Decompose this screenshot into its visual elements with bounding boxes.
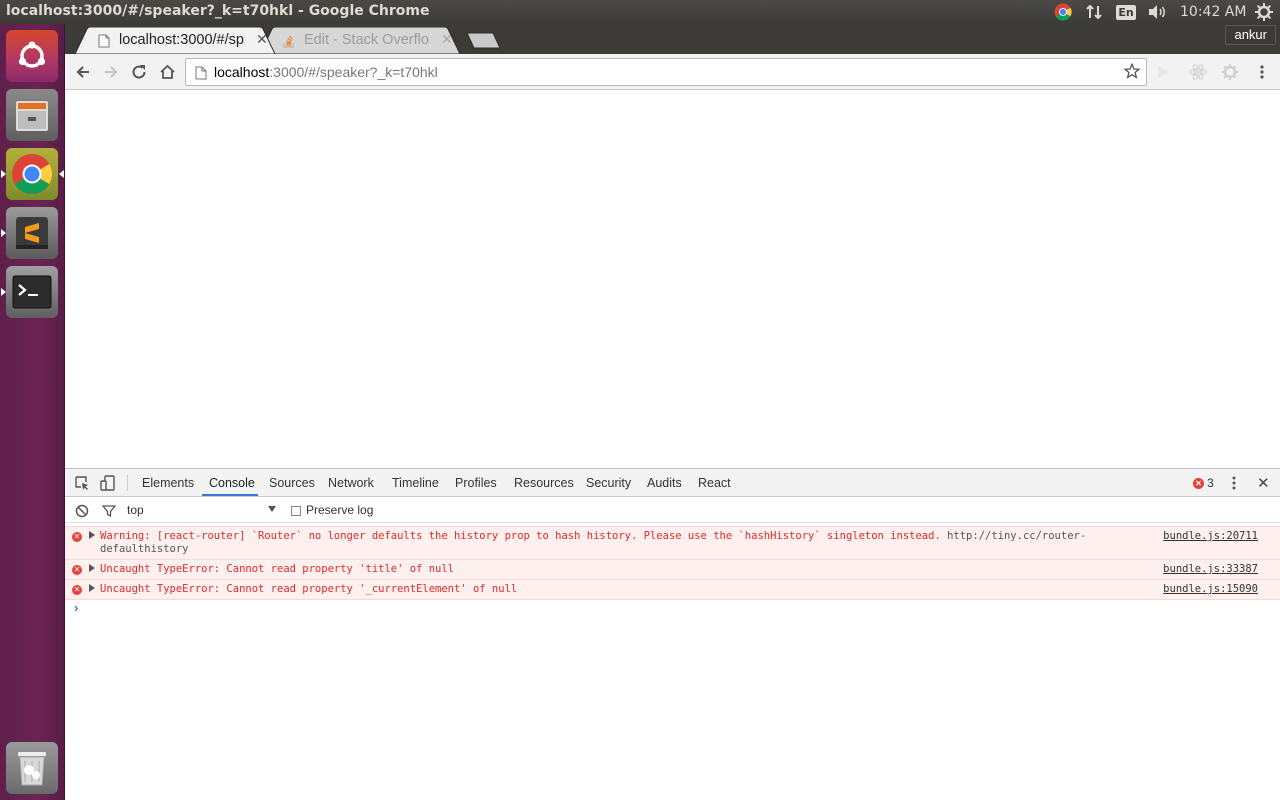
console-message[interactable]: ✕ Warning: [react-router] `Router` no lo… [65, 526, 1280, 560]
expand-triangle-icon[interactable] [89, 531, 95, 539]
focused-indicator [59, 170, 64, 178]
stack-overflow-favicon-icon [283, 35, 294, 48]
gear-icon[interactable] [1253, 2, 1275, 22]
volume-icon[interactable] [1146, 2, 1170, 22]
browser-toolbar: localhost:3000/#/speaker?_k=t70hkl [65, 54, 1280, 90]
console-messages: ✕ Warning: [react-router] `Router` no lo… [65, 526, 1280, 600]
more-vertical-icon[interactable] [1231, 475, 1237, 491]
tab-title: localhost:3000/#/sp [119, 32, 244, 48]
unity-launcher [0, 24, 65, 800]
url-text: localhost:3000/#/speaker?_k=t70hkl [214, 64, 438, 80]
error-icon: ✕ [1193, 477, 1204, 489]
preserve-log-checkbox[interactable] [291, 506, 301, 516]
error-count: 3 [1207, 476, 1214, 490]
error-icon: ✕ [72, 565, 82, 575]
device-mode-icon[interactable] [100, 475, 116, 491]
page-icon [195, 66, 207, 80]
reload-button[interactable] [128, 61, 150, 83]
tab-stack-overflow[interactable]: Edit - Stack Overflo ✕ [260, 27, 460, 54]
error-icon: ✕ [72, 532, 82, 542]
tab-elements[interactable]: Elements [142, 476, 194, 490]
source-link[interactable]: bundle.js:15090 [1163, 583, 1258, 596]
more-vertical-icon [1260, 65, 1264, 79]
message-text: Warning: [react-router] `Router` no long… [100, 530, 941, 542]
tab-resources[interactable]: Resources [514, 476, 574, 490]
chrome-menu-button[interactable] [1253, 63, 1271, 81]
tab-sources[interactable]: Sources [269, 476, 315, 490]
close-icon[interactable]: ✕ [256, 31, 268, 48]
star-icon [1123, 62, 1141, 79]
keyboard-language-indicator[interactable]: En [1116, 2, 1136, 22]
message-text: Uncaught TypeError: Cannot read property… [100, 583, 518, 595]
toolbar-divider [127, 475, 128, 491]
active-tab-indicator [202, 494, 258, 496]
chrome-tray-icon[interactable] [1052, 2, 1074, 22]
tab-react[interactable]: React [698, 476, 731, 490]
page-content[interactable] [65, 90, 1280, 468]
reload-icon [132, 65, 146, 79]
tab-console[interactable]: Console [209, 476, 255, 490]
tab-title: Edit - Stack Overflo [304, 32, 429, 48]
running-indicator [1, 229, 6, 237]
back-button[interactable] [72, 61, 94, 83]
tab-localhost[interactable]: localhost:3000/#/sp ✕ [75, 27, 275, 54]
error-icon: ✕ [72, 585, 82, 595]
tab-network[interactable]: Network [328, 476, 374, 490]
expand-triangle-icon[interactable] [89, 564, 95, 572]
source-link[interactable]: bundle.js:20711 [1163, 530, 1258, 543]
inspect-element-icon[interactable] [74, 475, 90, 491]
network-icon[interactable] [1083, 2, 1105, 22]
profile-button[interactable]: ankur [1225, 25, 1276, 45]
close-icon[interactable]: ✕ [441, 31, 453, 48]
running-indicator [1, 288, 6, 296]
console-message[interactable]: ✕ Uncaught TypeError: Cannot read proper… [65, 560, 1280, 580]
ubuntu-dash-icon[interactable] [6, 30, 58, 82]
error-counter[interactable]: ✕ 3 [1193, 476, 1214, 490]
tab-profiles[interactable]: Profiles [455, 476, 497, 490]
language-label: En [1116, 4, 1136, 20]
forward-button[interactable] [100, 61, 122, 83]
preserve-log-label[interactable]: Preserve log [306, 503, 373, 517]
message-text: Uncaught TypeError: Cannot read property… [100, 563, 455, 575]
gear-icon[interactable] [1221, 63, 1239, 81]
close-icon[interactable]: ✕ [1257, 474, 1270, 492]
bookmark-star-button[interactable] [1123, 62, 1141, 82]
home-icon [159, 64, 175, 79]
url-path: :3000/#/speaker?_k=t70hkl [269, 64, 438, 80]
arrow-right-icon [105, 66, 118, 78]
console-message[interactable]: ✕ Uncaught TypeError: Cannot read proper… [65, 580, 1280, 600]
tab-audits[interactable]: Audits [647, 476, 682, 490]
clear-console-icon[interactable] [75, 504, 89, 518]
arrow-left-icon [76, 66, 89, 78]
source-link[interactable]: bundle.js:33387 [1163, 563, 1258, 576]
window-title: localhost:3000/#/speaker?_k=t70hkl - Goo… [6, 3, 430, 19]
terminal-icon[interactable] [1, 266, 58, 318]
trash-icon[interactable] [6, 742, 58, 794]
devtools-tab-bar: Elements Console Sources Network Timelin… [65, 469, 1280, 497]
tab-security[interactable]: Security [586, 476, 631, 490]
expand-triangle-icon[interactable] [89, 584, 95, 592]
chevron-down-icon[interactable] [268, 506, 276, 512]
url-host: localhost [214, 64, 270, 80]
page-icon [98, 34, 110, 48]
execution-context-select[interactable]: top [127, 503, 277, 517]
address-bar[interactable]: localhost:3000/#/speaker?_k=t70hkl [185, 58, 1147, 86]
files-icon[interactable] [6, 89, 58, 141]
tab-timeline[interactable]: Timeline [392, 476, 439, 490]
clock[interactable]: 10:42 AM [1180, 4, 1246, 20]
extension-icon[interactable] [1155, 63, 1173, 81]
console-toolbar: top Preserve log [65, 498, 1280, 523]
filter-icon[interactable] [102, 504, 116, 518]
new-tab-button[interactable] [467, 32, 501, 49]
home-button[interactable] [156, 61, 178, 83]
devtools-panel: Elements Console Sources Network Timelin… [65, 468, 1280, 800]
running-indicator [1, 170, 6, 178]
ubuntu-top-panel: localhost:3000/#/speaker?_k=t70hkl - Goo… [0, 0, 1280, 24]
sublime-text-icon[interactable] [1, 207, 58, 259]
tab-strip: Edit - Stack Overflo ✕ localhost:3000/#/… [65, 24, 1280, 54]
chrome-launcher-icon[interactable] [1, 148, 64, 200]
react-devtools-icon[interactable] [1189, 63, 1207, 81]
console-prompt[interactable]: › [74, 600, 78, 615]
